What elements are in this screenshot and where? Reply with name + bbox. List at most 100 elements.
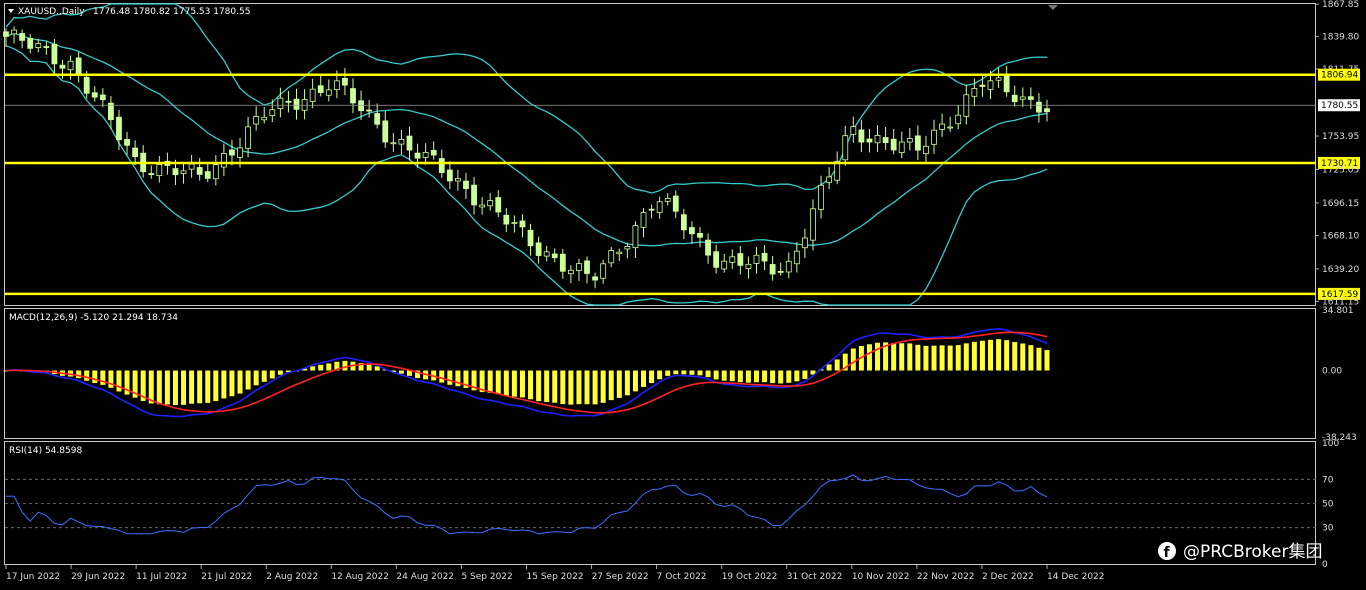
- macd-histogram-bar: [318, 364, 324, 371]
- candle-body: [156, 164, 163, 177]
- macd-histogram-bar: [753, 370, 759, 383]
- candle-body: [11, 29, 17, 35]
- trading-chart[interactable]: 1867.851839.801811.751806.941780.551753.…: [0, 0, 1366, 590]
- macd-histogram-bar: [689, 370, 695, 375]
- macd-histogram-bar: [826, 364, 832, 371]
- time-tick-label: 21 Jul 2022: [201, 572, 252, 582]
- candle-body: [890, 138, 897, 151]
- rsi-panel[interactable]: [4, 441, 1316, 565]
- candle-body: [132, 147, 139, 158]
- candle-body: [608, 250, 615, 264]
- macd-histogram-bar: [947, 345, 953, 371]
- macd-histogram-bar: [939, 345, 945, 371]
- candle-body: [648, 208, 655, 211]
- macd-histogram-bar: [665, 370, 671, 376]
- candle-body: [212, 164, 219, 180]
- time-tick-label: 29 Jun 2022: [71, 572, 125, 582]
- macd-histogram-bar: [875, 342, 881, 371]
- macd-histogram-bar: [253, 370, 259, 386]
- macd-histogram-bar: [608, 370, 614, 401]
- price-tick-label: 1668.10: [1322, 231, 1359, 241]
- candle-body: [931, 129, 937, 145]
- macd-histogram-bar: [721, 370, 727, 381]
- candle-body: [842, 135, 849, 161]
- candle-body: [406, 135, 413, 151]
- candle-body: [237, 147, 243, 158]
- macd-tick-label: 0.00: [1322, 367, 1342, 377]
- candle-body: [721, 260, 728, 270]
- macd-histogram-bar: [447, 370, 453, 385]
- rsi-tick-label: 50: [1322, 500, 1334, 510]
- candle-body: [414, 152, 421, 159]
- price-panel[interactable]: [4, 3, 1316, 306]
- macd-tick-label: 34.801: [1322, 306, 1354, 316]
- macd-histogram-bar: [544, 370, 550, 402]
- candle-body: [317, 85, 324, 93]
- candle-body: [874, 135, 881, 144]
- macd-histogram-bar: [245, 370, 251, 390]
- candle-body: [196, 167, 203, 175]
- candle-body: [664, 197, 671, 202]
- candle-body: [713, 251, 720, 268]
- price-tick-label: 1696.15: [1322, 199, 1359, 209]
- macd-histogram-bar: [600, 370, 606, 403]
- candle-body: [769, 264, 776, 275]
- macd-histogram-bar: [923, 345, 929, 371]
- macd-histogram-bar: [189, 370, 195, 404]
- macd-histogram-bar: [495, 370, 501, 395]
- macd-histogram-bar: [931, 345, 937, 371]
- macd-histogram-bar: [1004, 340, 1010, 371]
- candle-body: [35, 43, 42, 48]
- macd-histogram-bar: [971, 341, 977, 371]
- candle-body: [204, 171, 211, 179]
- time-tick-label: 17 Jun 2022: [6, 572, 60, 582]
- candle-body: [342, 77, 348, 86]
- candle-body: [245, 126, 251, 149]
- macd-histogram-bar: [439, 370, 445, 383]
- candle-body: [592, 276, 598, 281]
- rsi-tick-label: 30: [1322, 524, 1334, 534]
- candle-body: [551, 253, 558, 259]
- macd-histogram-bar: [1036, 347, 1042, 371]
- candle-body: [543, 251, 550, 257]
- candle-body: [172, 168, 179, 176]
- macd-histogram-bar: [866, 344, 872, 371]
- macd-histogram-bar: [681, 370, 687, 375]
- candle-body: [697, 232, 703, 238]
- svg-text:f: f: [1164, 545, 1171, 561]
- candle-body: [689, 227, 695, 235]
- candle-body: [374, 113, 381, 125]
- candle-body: [616, 251, 623, 255]
- macd-histogram-bar: [834, 359, 840, 371]
- candle-body: [51, 43, 58, 65]
- candle-body: [455, 178, 461, 182]
- candle-body: [987, 80, 994, 90]
- macd-histogram-bar: [737, 370, 743, 383]
- candle-body: [43, 46, 50, 48]
- candle-body: [471, 184, 477, 206]
- macd-histogram-bar: [310, 366, 316, 371]
- candle-body: [285, 100, 292, 103]
- macd-histogram-bar: [1044, 350, 1050, 371]
- candle-body: [229, 149, 235, 156]
- macd-histogram-bar: [1020, 343, 1026, 371]
- candle-body: [955, 114, 962, 125]
- rsi-tick-label: 70: [1322, 475, 1334, 485]
- candle-body: [277, 97, 284, 110]
- candle-body: [398, 138, 405, 145]
- rsi-tick-label: 0: [1322, 560, 1328, 570]
- candle-body: [495, 197, 502, 213]
- candle-body: [906, 138, 913, 143]
- macd-histogram-bar: [92, 370, 98, 384]
- time-tick-label: 11 Jul 2022: [136, 572, 187, 582]
- macd-histogram-bar: [786, 370, 792, 383]
- time-tick-label: 10 Nov 2022: [852, 572, 910, 582]
- candle-body: [366, 109, 373, 112]
- candle-body: [99, 94, 106, 101]
- macd-label: MACD(12,26,9) -5.120 21.294 18.734: [9, 313, 178, 323]
- candle-body: [584, 260, 590, 274]
- candle-body: [785, 260, 792, 273]
- candle-body: [656, 201, 663, 214]
- macd-histogram-bar: [326, 363, 332, 371]
- candle-body: [390, 142, 397, 145]
